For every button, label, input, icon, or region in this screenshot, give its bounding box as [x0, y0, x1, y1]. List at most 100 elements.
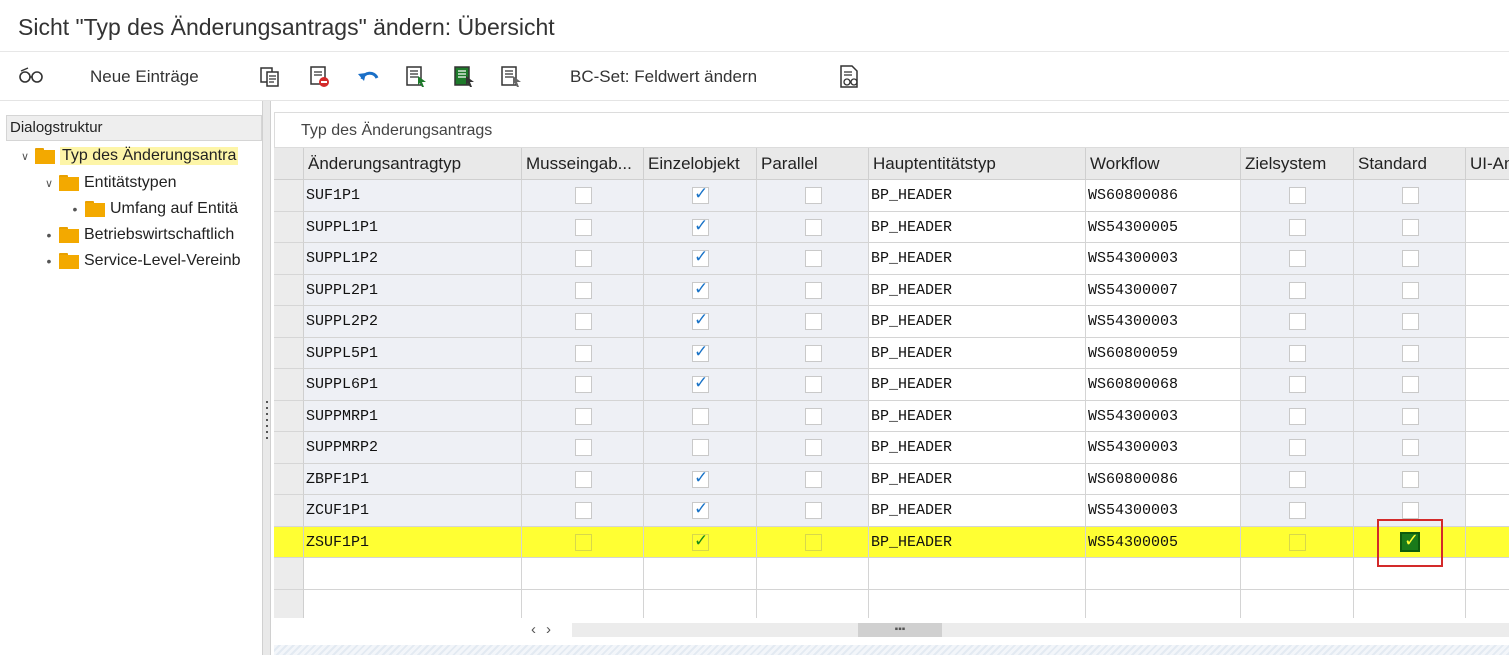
checkbox[interactable] [692, 373, 709, 393]
cell-workflow[interactable]: WS60800059 [1086, 337, 1241, 369]
row-selector[interactable] [274, 495, 304, 527]
checkbox-zielsystem[interactable] [1241, 526, 1354, 558]
checkbox-zielsystem[interactable] [1241, 432, 1354, 464]
checkbox-zielsystem[interactable] [1241, 243, 1354, 275]
cell-ui-anwendung[interactable] [1466, 400, 1509, 432]
checkbox[interactable] [574, 344, 592, 362]
checkbox[interactable] [804, 407, 822, 425]
checkbox[interactable] [574, 470, 592, 488]
checkbox-musseingabe[interactable] [522, 526, 644, 558]
undo-icon[interactable] [356, 63, 382, 91]
cell-ui-anwendung[interactable] [1466, 211, 1509, 243]
checkbox-einzelobjekt[interactable] [644, 306, 757, 338]
checkbox-parallel[interactable] [757, 274, 869, 306]
cell-workflow[interactable]: WS60800086 [1086, 463, 1241, 495]
checkbox-musseingabe[interactable] [522, 274, 644, 306]
checkbox-zielsystem[interactable] [1241, 400, 1354, 432]
checkbox[interactable] [692, 499, 709, 519]
cell-aenderungsantragtyp[interactable]: ZBPF1P1 [304, 463, 522, 495]
horizontal-scrollbar[interactable]: ‹› ▪▪▪ [274, 618, 1509, 642]
column-header[interactable]: Musseingab... [522, 148, 644, 180]
checkbox[interactable] [1401, 407, 1419, 425]
select-block-icon[interactable] [453, 63, 477, 91]
checkbox-parallel[interactable] [757, 369, 869, 401]
checkbox-einzelobjekt[interactable] [644, 558, 757, 590]
cell-hauptentitaetstyp[interactable]: BP_HEADER [869, 180, 1086, 212]
checkbox[interactable] [692, 342, 709, 362]
checkbox[interactable] [692, 310, 709, 330]
checkbox-einzelobjekt[interactable] [644, 495, 757, 527]
checkbox-musseingabe[interactable] [522, 243, 644, 275]
checkbox-standard[interactable] [1354, 211, 1466, 243]
cell-aenderungsantragtyp[interactable] [304, 589, 522, 618]
row-selector[interactable] [274, 463, 304, 495]
column-header[interactable]: Workflow [1086, 148, 1241, 180]
tree-item-umfang-auf-entitaet[interactable]: • Umfang auf Entitä [68, 197, 238, 221]
checkbox[interactable] [1289, 281, 1306, 299]
checkbox-zielsystem[interactable] [1241, 337, 1354, 369]
row-selector[interactable] [274, 369, 304, 401]
checkbox[interactable] [1401, 439, 1419, 456]
cell-aenderungsantragtyp[interactable]: SUPPL2P2 [304, 306, 522, 338]
checkbox-einzelobjekt[interactable] [644, 211, 757, 243]
checkbox-parallel[interactable] [757, 526, 869, 558]
checkbox-musseingabe[interactable] [522, 400, 644, 432]
checkbox-zielsystem[interactable] [1241, 306, 1354, 338]
cell-ui-anwendung[interactable] [1466, 463, 1509, 495]
checkbox-zielsystem[interactable] [1241, 274, 1354, 306]
checkbox-standard[interactable] [1354, 274, 1466, 306]
checkbox-zielsystem[interactable] [1241, 558, 1354, 590]
checkbox[interactable] [692, 407, 709, 425]
checkbox-parallel[interactable] [757, 432, 869, 464]
cell-workflow[interactable]: WS60800068 [1086, 369, 1241, 401]
cell-workflow[interactable] [1086, 589, 1241, 618]
cell-hauptentitaetstyp[interactable] [869, 558, 1086, 590]
row-selector[interactable] [274, 589, 304, 618]
checkbox[interactable] [804, 470, 822, 488]
cell-aenderungsantragtyp[interactable]: ZSUF1P1 [304, 526, 522, 558]
cell-workflow[interactable]: WS54300003 [1086, 400, 1241, 432]
checkbox[interactable] [692, 184, 709, 204]
checkbox[interactable] [692, 468, 709, 488]
column-header[interactable]: Zielsystem [1241, 148, 1354, 180]
checkbox-standard[interactable] [1354, 337, 1466, 369]
row-selector[interactable] [274, 243, 304, 275]
checkbox[interactable] [574, 250, 592, 267]
checkbox[interactable] [804, 187, 822, 204]
cell-ui-anwendung[interactable] [1466, 274, 1509, 306]
checkbox-musseingabe[interactable] [522, 495, 644, 527]
column-header[interactable]: Änderungsantragtyp [304, 148, 522, 180]
cell-workflow[interactable]: WS60800086 [1086, 180, 1241, 212]
cell-aenderungsantragtyp[interactable]: SUPPL6P1 [304, 369, 522, 401]
checkbox[interactable] [574, 376, 592, 393]
scrollbar-thumb[interactable]: ▪▪▪ [858, 623, 942, 637]
checkbox-parallel[interactable] [757, 180, 869, 212]
checkbox[interactable] [1401, 218, 1419, 236]
checkbox[interactable] [692, 216, 709, 236]
checkbox[interactable] [574, 439, 592, 456]
glasses-icon[interactable] [18, 63, 44, 91]
checkbox[interactable] [574, 187, 592, 204]
checkbox-zielsystem[interactable] [1241, 589, 1354, 618]
checkbox-standard[interactable] [1354, 180, 1466, 212]
cell-workflow[interactable]: WS54300005 [1086, 526, 1241, 558]
checkbox-parallel[interactable] [757, 211, 869, 243]
checkbox[interactable] [1401, 313, 1419, 330]
checkbox[interactable] [692, 279, 709, 299]
checkbox[interactable] [1289, 187, 1306, 204]
column-header[interactable]: Hauptentitätstyp [869, 148, 1086, 180]
checkbox-musseingabe[interactable] [522, 432, 644, 464]
checkbox[interactable] [804, 313, 822, 330]
checkbox-einzelobjekt[interactable] [644, 243, 757, 275]
new-entries-button[interactable]: Neue Einträge [90, 63, 199, 91]
chevron-down-icon[interactable]: ∨ [18, 150, 32, 163]
checkbox[interactable] [1401, 502, 1419, 519]
checkbox[interactable] [1289, 313, 1306, 330]
checkbox-musseingabe[interactable] [522, 211, 644, 243]
checkbox-musseingabe[interactable] [522, 180, 644, 212]
cell-workflow[interactable]: WS54300005 [1086, 211, 1241, 243]
cell-hauptentitaetstyp[interactable]: BP_HEADER [869, 274, 1086, 306]
cell-workflow[interactable]: WS54300003 [1086, 306, 1241, 338]
cell-hauptentitaetstyp[interactable]: BP_HEADER [869, 369, 1086, 401]
cell-hauptentitaetstyp[interactable]: BP_HEADER [869, 526, 1086, 558]
